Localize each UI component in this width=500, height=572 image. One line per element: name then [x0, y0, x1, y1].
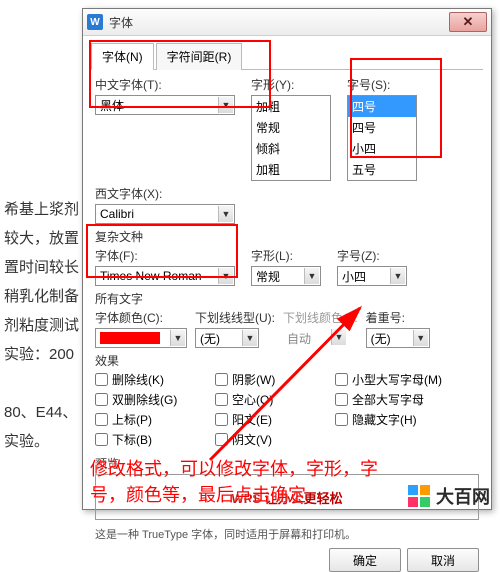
- style-opt-0[interactable]: 加粗: [252, 96, 330, 117]
- chk-shadow[interactable]: 阴影(W): [215, 371, 335, 388]
- chevron-down-icon: ▼: [242, 330, 257, 346]
- western-font-value: Calibri: [100, 207, 134, 221]
- section-complex: 复杂文种: [95, 228, 479, 245]
- complex-style-value: 常规: [256, 268, 280, 285]
- site-logo: 大百网: [408, 483, 490, 509]
- close-button[interactable]: ✕: [449, 12, 487, 32]
- chinese-font-value: 黑体: [100, 97, 124, 114]
- underline-color-combo: 自动 ▼: [283, 328, 347, 348]
- label-western-font: 西文字体(X):: [95, 185, 235, 202]
- tab-bar: 字体(N) 字符间距(R): [91, 42, 483, 70]
- logo-text: 大百网: [436, 483, 490, 509]
- size-opt-2[interactable]: 五号: [348, 159, 416, 180]
- chk-superscript[interactable]: 上标(P): [95, 411, 215, 428]
- font-style-list[interactable]: 加粗 常规 倾斜 加粗: [251, 95, 331, 181]
- section-all-text: 所有文字: [95, 290, 479, 307]
- annotation-text: 修改格式，可以修改字体，字形，字 号，颜色等，最后点击确定: [90, 456, 410, 508]
- chk-dblstrike[interactable]: 双删除线(G): [95, 391, 215, 408]
- label-font-color: 字体颜色(C):: [95, 309, 187, 326]
- label-chinese-font: 中文字体(T):: [95, 76, 235, 93]
- size-opt-1[interactable]: 小四: [348, 138, 416, 159]
- dialog-title: 字体: [109, 14, 449, 31]
- chk-engrave[interactable]: 阴文(V): [215, 431, 335, 448]
- underline-style-value: (无): [200, 330, 220, 347]
- label-font-size: 字号(S):: [347, 76, 417, 93]
- label-complex-style: 字形(L):: [251, 247, 321, 264]
- size-opt-0[interactable]: 四号: [348, 117, 416, 138]
- style-opt-1[interactable]: 常规: [252, 117, 330, 138]
- tab-spacing[interactable]: 字符间距(R): [156, 43, 243, 70]
- dialog-titlebar: W 字体 ✕: [83, 9, 491, 36]
- close-icon: ✕: [463, 14, 474, 30]
- style-opt-2[interactable]: 倾斜: [252, 138, 330, 159]
- cancel-button[interactable]: 取消: [407, 548, 479, 572]
- chevron-down-icon: ▼: [331, 329, 346, 345]
- chk-subscript[interactable]: 下标(B): [95, 431, 215, 448]
- app-icon: W: [87, 14, 103, 30]
- color-swatch-red: [100, 332, 160, 344]
- complex-font-value: Times New Roman: [100, 269, 202, 283]
- complex-style-combo[interactable]: 常规 ▼: [251, 266, 321, 286]
- logo-icon: [408, 485, 430, 507]
- section-effects: 效果: [95, 352, 479, 369]
- ok-button[interactable]: 确定: [329, 548, 401, 572]
- style-opt-3[interactable]: 加粗: [252, 159, 330, 180]
- label-font-style: 字形(Y):: [251, 76, 331, 93]
- label-complex-font: 字体(F):: [95, 247, 235, 264]
- font-dialog: W 字体 ✕ 字体(N) 字符间距(R) 中文字体(T): 黑体 ▼ 字形(Y)…: [82, 8, 492, 510]
- label-underline-color: 下划线颜色(I):: [283, 309, 358, 326]
- chevron-down-icon: ▼: [218, 97, 233, 113]
- chevron-down-icon: ▼: [390, 268, 405, 284]
- emphasis-combo[interactable]: (无) ▼: [366, 328, 430, 348]
- complex-font-combo[interactable]: Times New Roman ▼: [95, 266, 235, 286]
- truetype-note: 这是一种 TrueType 字体，同时适用于屏幕和打印机。: [95, 526, 479, 542]
- chk-strike[interactable]: 删除线(K): [95, 371, 215, 388]
- label-underline-style: 下划线线型(U):: [195, 309, 275, 326]
- chk-allcaps[interactable]: 全部大写字母: [335, 391, 455, 408]
- chevron-down-icon: ▼: [413, 330, 428, 346]
- chk-hidden[interactable]: 隐藏文字(H): [335, 411, 455, 428]
- effects-grid: 删除线(K) 阴影(W) 小型大写字母(M) 双删除线(G) 空心(O) 全部大…: [95, 371, 479, 451]
- label-emphasis: 着重号:: [366, 309, 430, 326]
- label-complex-size: 字号(Z):: [337, 247, 407, 264]
- chk-emboss[interactable]: 阳文(E): [215, 411, 335, 428]
- chevron-down-icon: ▼: [218, 206, 233, 222]
- font-size-list[interactable]: 四号 四号 小四 五号: [347, 95, 417, 181]
- western-font-combo[interactable]: Calibri ▼: [95, 204, 235, 224]
- chevron-down-icon: ▼: [304, 268, 319, 284]
- tab-font[interactable]: 字体(N): [91, 43, 154, 70]
- underline-color-value: 自动: [287, 330, 311, 347]
- chevron-down-icon: ▼: [218, 268, 233, 284]
- underline-style-combo[interactable]: (无) ▼: [195, 328, 259, 348]
- emphasis-value: (无): [371, 330, 391, 347]
- chinese-font-combo[interactable]: 黑体 ▼: [95, 95, 235, 115]
- chk-smallcaps[interactable]: 小型大写字母(M): [335, 371, 455, 388]
- size-selected[interactable]: 四号: [348, 96, 416, 117]
- chevron-down-icon: ▼: [170, 330, 185, 346]
- font-color-combo[interactable]: ▼: [95, 328, 187, 348]
- complex-size-combo[interactable]: 小四 ▼: [337, 266, 407, 286]
- complex-size-value: 小四: [342, 268, 366, 285]
- chk-hollow[interactable]: 空心(O): [215, 391, 335, 408]
